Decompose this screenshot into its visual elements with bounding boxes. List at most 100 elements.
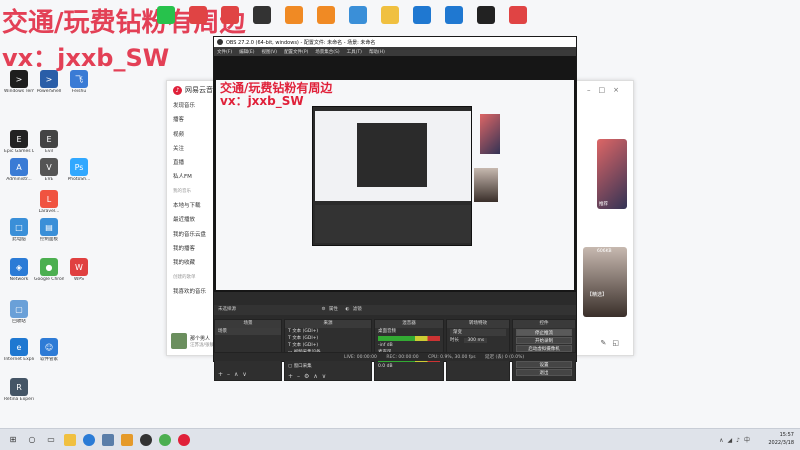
sidebar-item[interactable]: 播客 (173, 113, 215, 127)
window-controls-icon[interactable]: –□× (587, 86, 627, 94)
menu-help[interactable]: 帮助(H) (369, 49, 385, 55)
gear-icon[interactable]: ⚙ (321, 307, 325, 312)
desktop-app-icon[interactable] (381, 6, 399, 24)
desktop-app-icon[interactable] (477, 6, 495, 24)
app-icon[interactable] (102, 433, 114, 446)
obs-taskbar-icon[interactable] (140, 433, 152, 446)
app-icon: ◈ (10, 258, 28, 276)
sidebar-item[interactable]: 私人FM (173, 170, 215, 184)
desktop-icon[interactable]: >Windows Terminal (4, 70, 34, 94)
desktop-icon[interactable]: □ 此电脑 (4, 218, 34, 242)
app-icon-orange[interactable] (121, 433, 133, 446)
desktop-icon[interactable]: ●Google Chrome (34, 258, 64, 282)
player-controls-icon[interactable]: ✎◱ (601, 339, 625, 347)
scene-item[interactable]: 场景 (215, 328, 281, 335)
desktop-app-icon[interactable] (413, 6, 431, 24)
desktop-app-icon[interactable] (157, 6, 175, 24)
transitions-dock[interactable]: 转场特效 渐变 时长 300 ms (446, 319, 510, 381)
photo-count: 606KB (597, 249, 612, 254)
desktop-icon[interactable]: ☺ 软件管家 (34, 338, 64, 362)
desktop-app-icon[interactable] (349, 6, 367, 24)
desktop-icon[interactable]: > PowerShell (34, 70, 64, 94)
sources-toolbar-icon[interactable]: +–⚙∧∨ (288, 373, 330, 380)
start-recording-button[interactable]: 开始录制 (516, 337, 572, 344)
desktop-icon[interactable]: W WPS (64, 258, 94, 282)
mixer-dock[interactable]: 混音器 桌面音频 -inf dB 麦克风 0.0 dB (374, 319, 444, 381)
desktop-icon[interactable]: eInternet Explorer (4, 338, 34, 362)
source-item[interactable]: T 文本 (GDI+) (285, 328, 371, 335)
netease-taskbar-icon[interactable] (178, 433, 190, 446)
desktop-icon[interactable]: ▤ 控制面板 (34, 218, 64, 242)
sidebar-item[interactable]: 我喜欢的音乐 (173, 285, 215, 299)
obs-window[interactable]: OBS 27.2.0 (64-bit, windows) - 配置文件: 未命名… (213, 36, 577, 381)
desktop-icon[interactable]: L Laravel... (34, 190, 64, 214)
desktop-icon[interactable]: ◈ Network (4, 258, 34, 282)
props-button[interactable]: 属性 (329, 307, 338, 312)
stop-stream-button[interactable]: 停止推流 (516, 329, 572, 336)
file-explorer-icon[interactable] (64, 433, 76, 446)
settings-button[interactable]: 设置 (516, 361, 572, 368)
desktop-icon[interactable]: EEpic Games Launcher (4, 130, 34, 154)
menu-scene-collection[interactable]: 场景集合(S) (315, 49, 339, 55)
menu-profile[interactable]: 配置文件(P) (284, 49, 308, 55)
menu-file[interactable]: 文件(F) (217, 49, 232, 55)
sidebar-item[interactable]: 关注 (173, 142, 215, 156)
scenes-dock[interactable]: 场景 场景 +–∧∨ (214, 319, 282, 381)
desktop-app-icon[interactable] (509, 6, 527, 24)
source-item[interactable]: T 文本 (GDI+) (285, 335, 371, 342)
sidebar-item[interactable]: 最近播放 (173, 213, 215, 227)
sidebar-item[interactable]: 发现音乐 (173, 99, 215, 113)
cover-thumbnail[interactable] (597, 139, 627, 209)
chrome-taskbar-icon[interactable] (159, 433, 171, 446)
desktop-app-icon[interactable] (189, 6, 207, 24)
desktop-icon[interactable]: RRetina Experience (4, 378, 34, 402)
exit-button[interactable]: 退出 (516, 369, 572, 376)
search-icon[interactable]: ○ (26, 434, 38, 446)
obs-preview[interactable]: 交通/玩费钻粉有周边 vx：jxxb_SW (214, 56, 576, 292)
duration-input[interactable]: 300 ms (464, 338, 488, 343)
desktop-icon[interactable]: E Evil (34, 130, 64, 154)
sidebar-item[interactable]: 我的音乐云盘 (173, 228, 215, 242)
filter-icon[interactable]: ◐ (345, 307, 349, 312)
no-source-label: 未选择源 (218, 307, 236, 312)
desktop-icon[interactable]: V EVE (34, 158, 64, 182)
artist-photo[interactable] (583, 247, 627, 317)
clock[interactable]: 15:57 2022/3/18 (768, 431, 794, 447)
desktop-app-icon[interactable] (253, 6, 271, 24)
source-item[interactable]: T 文本 (GDI+) (285, 342, 371, 349)
sources-dock[interactable]: 来源 T 文本 (GDI+) T 文本 (GDI+) T 文本 (GDI+) ▭… (284, 319, 372, 381)
desktop-icon[interactable]: 飞 Feishu (64, 70, 94, 94)
desktop-app-icon[interactable] (317, 6, 335, 24)
windows-start-icon[interactable]: ⊞ (7, 434, 19, 446)
menu-edit[interactable]: 编辑(E) (239, 49, 254, 55)
mixer-level: -inf dB (378, 343, 393, 348)
desktop-app-icon[interactable] (221, 6, 239, 24)
transition-select[interactable]: 渐变 (450, 329, 506, 336)
edge-icon[interactable] (83, 433, 95, 446)
source-item[interactable]: ▢ 窗口采集 (285, 363, 371, 370)
sidebar-item[interactable]: 直播 (173, 156, 215, 170)
scenes-toolbar-icon[interactable]: +–∧∨ (218, 371, 251, 378)
system-tray-icons[interactable]: ∧◢♪中 (719, 435, 754, 444)
duration-label: 时长 (450, 338, 459, 343)
now-playing[interactable]: 那个男人 汪苏泷/张靓颖 (171, 333, 219, 349)
sidebar-item[interactable]: 我的收藏 (173, 256, 215, 270)
virtual-camera-button[interactable]: 启动虚拟摄像机 (516, 345, 572, 352)
duration-row[interactable]: 时长 300 ms (447, 337, 509, 344)
sidebar-item[interactable]: 视频 (173, 128, 215, 142)
task-view-icon[interactable]: ▭ (45, 434, 57, 446)
desktop-icon[interactable]: A Administr... (4, 158, 34, 182)
desktop-icon[interactable]: ▢ 回收站 (4, 300, 34, 324)
sidebar-item[interactable]: 我的播客 (173, 242, 215, 256)
obs-menubar: 文件(F) 编辑(E) 视图(V) 配置文件(P) 场景集合(S) 工具(T) … (214, 47, 576, 56)
menu-view[interactable]: 视图(V) (261, 49, 277, 55)
controls-dock[interactable]: 控件 停止推流 开始录制 启动虚拟摄像机 工作室模式 设置 退出 (512, 319, 576, 381)
filters-button[interactable]: 滤镜 (353, 307, 362, 312)
sidebar-item[interactable]: 本地与下载 (173, 199, 215, 213)
netease-logo-icon: ♪ (173, 85, 182, 95)
desktop-icon[interactable]: Ps PhotoSh... (64, 158, 94, 182)
app-icon: ● (40, 258, 58, 276)
desktop-app-icon[interactable] (285, 6, 303, 24)
desktop-app-icon[interactable] (445, 6, 463, 24)
menu-tools[interactable]: 工具(T) (347, 49, 362, 55)
